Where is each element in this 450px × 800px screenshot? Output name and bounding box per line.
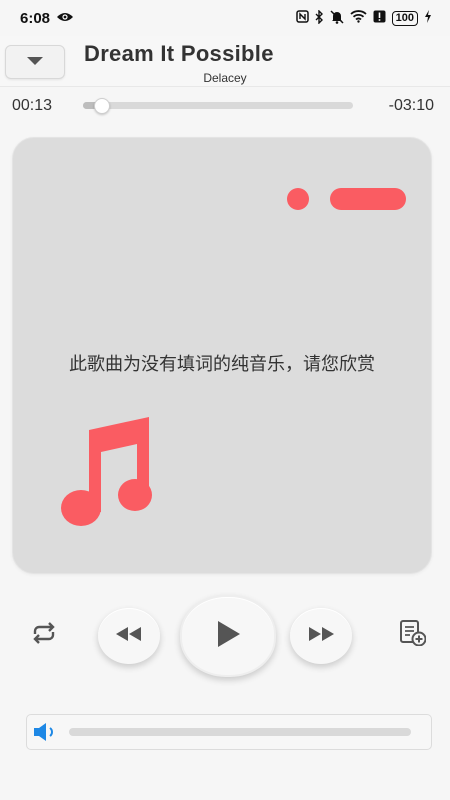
mute-icon	[330, 9, 344, 27]
battery-icon: 100	[391, 10, 418, 26]
playback-progress: 00:13 -03:10	[0, 92, 450, 122]
player-header: Dream It Possible Delacey	[0, 36, 450, 87]
status-time: 6:08	[20, 9, 51, 27]
speaker-icon[interactable]	[32, 722, 60, 742]
song-title: Dream It Possible	[84, 41, 274, 66]
alert-icon	[373, 10, 386, 26]
song-artist: Delacey	[203, 71, 247, 85]
add-to-playlist-button[interactable]	[396, 618, 428, 650]
progress-thumb[interactable]	[93, 98, 110, 114]
chevron-down-icon	[25, 53, 45, 71]
status-left: 6:08	[20, 10, 74, 27]
play-button[interactable]	[180, 595, 276, 677]
remaining-time: -03:10	[388, 97, 434, 114]
rewind-icon	[116, 626, 142, 646]
wifi-icon	[350, 10, 367, 26]
repeat-icon	[30, 621, 58, 649]
volume-slider[interactable]	[69, 728, 411, 736]
album-artwork: 此歌曲为没有填词的纯音乐，请您欣赏	[12, 137, 432, 574]
status-right: 100	[295, 8, 432, 27]
status-bar: 6:08 100	[0, 0, 450, 36]
previous-button[interactable]	[98, 608, 160, 664]
next-button[interactable]	[290, 608, 352, 664]
elapsed-time: 00:13	[12, 97, 53, 114]
progress-slider[interactable]	[83, 98, 353, 114]
artwork-dash	[330, 188, 406, 210]
artwork-dot	[287, 188, 309, 210]
playback-controls	[0, 590, 450, 680]
bluetooth-icon	[315, 8, 324, 27]
volume-control	[26, 714, 432, 750]
play-icon	[215, 620, 241, 653]
music-note-icon	[57, 412, 167, 532]
fast-forward-icon	[308, 626, 334, 646]
eye-icon	[56, 10, 74, 27]
nfc-icon	[295, 10, 309, 26]
instrumental-message: 此歌曲为没有填词的纯音乐，请您欣赏	[69, 354, 375, 375]
charging-icon	[424, 10, 432, 26]
playlist-add-icon	[398, 618, 427, 651]
repeat-button[interactable]	[28, 620, 60, 650]
